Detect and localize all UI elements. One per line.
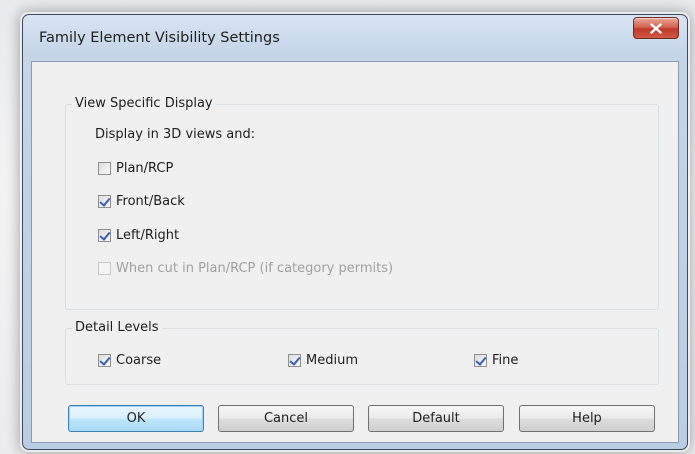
when-cut-checkbox (98, 262, 111, 275)
medium-option[interactable]: Medium (288, 353, 358, 368)
left-right-label: Left/Right (116, 228, 180, 243)
left-right-option[interactable]: Left/Right (98, 228, 179, 243)
plan-rcp-option[interactable]: Plan/RCP (98, 161, 173, 176)
help-button[interactable]: Help (519, 405, 655, 432)
fine-checkbox[interactable] (474, 354, 487, 367)
plan-rcp-label: Plan/RCP (116, 161, 174, 176)
plan-rcp-checkbox[interactable] (98, 162, 111, 175)
ok-button[interactable]: OK (68, 405, 204, 432)
dialog-client-area: View Specific Display Display in 3D view… (31, 61, 679, 443)
cancel-button[interactable]: Cancel (218, 405, 354, 432)
detail-levels-legend: Detail Levels (72, 320, 162, 335)
left-right-checkbox[interactable] (98, 229, 111, 242)
front-back-checkbox[interactable] (98, 195, 111, 208)
when-cut-label: When cut in Plan/RCP (if category permit… (116, 261, 394, 276)
dialog-window: Family Element Visibility Settings View … (22, 14, 688, 450)
display-in-3d-label: Display in 3D views and: (95, 127, 256, 142)
front-back-label: Front/Back (116, 194, 185, 209)
title-bar[interactable]: Family Element Visibility Settings (23, 15, 687, 61)
close-x-icon (650, 22, 662, 34)
coarse-label: Coarse (116, 353, 162, 368)
when-cut-option: When cut in Plan/RCP (if category permit… (98, 261, 393, 276)
detail-levels-group: Detail Levels Coarse Medium Fine (65, 320, 659, 385)
fine-label: Fine (492, 353, 519, 368)
close-button[interactable] (633, 17, 679, 39)
medium-label: Medium (306, 353, 358, 368)
coarse-checkbox[interactable] (98, 354, 111, 367)
front-back-option[interactable]: Front/Back (98, 194, 185, 209)
fine-option[interactable]: Fine (474, 353, 518, 368)
view-specific-display-group: View Specific Display Display in 3D view… (65, 96, 659, 310)
coarse-option[interactable]: Coarse (98, 353, 161, 368)
medium-checkbox[interactable] (288, 354, 301, 367)
default-button[interactable]: Default (368, 405, 504, 432)
view-specific-display-legend: View Specific Display (72, 96, 216, 111)
dialog-title: Family Element Visibility Settings (39, 30, 280, 46)
